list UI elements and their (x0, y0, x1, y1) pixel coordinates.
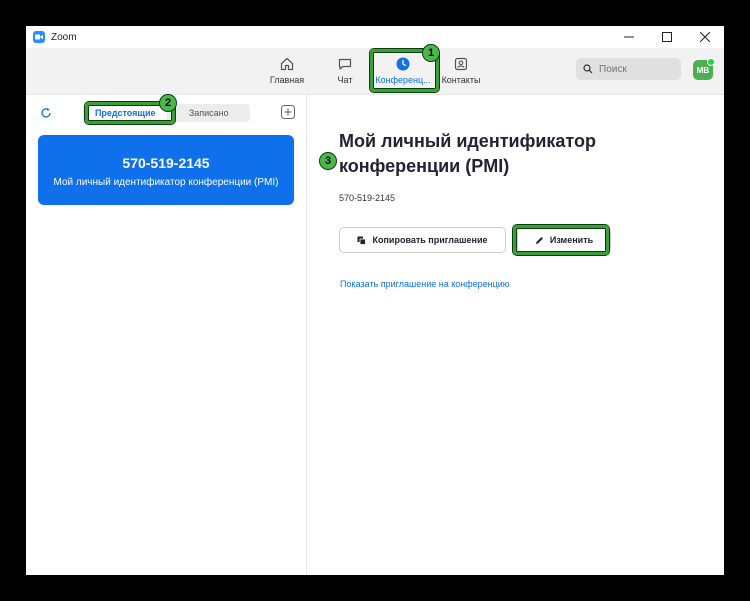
window-title: Zoom (51, 31, 77, 43)
tab-home-label: Главная (269, 75, 305, 85)
avatar-initials: МВ (696, 65, 710, 75)
online-status-indicator (707, 58, 715, 66)
step-badge-1: 1 (422, 44, 440, 62)
tab-chat-label: Чат (337, 75, 353, 85)
meetings-sidebar: Предстоящие Записано 2 570-519-2145 Мой … (26, 94, 307, 575)
add-meeting-icon[interactable] (281, 105, 295, 119)
pmi-meeting-card[interactable]: 570-519-2145 Мой личный идентификатор ко… (38, 135, 294, 205)
copy-invitation-button[interactable]: Копировать приглашение (339, 227, 506, 253)
search-box[interactable] (576, 58, 681, 80)
zoom-logo-icon (33, 31, 45, 43)
avatar[interactable]: МВ (693, 58, 715, 80)
tab-contacts-label: Контакты (441, 75, 481, 85)
search-icon (583, 64, 593, 74)
zoom-window: Zoom Главная Чат Конференц... Контакты 1… (26, 26, 724, 575)
step-badge-3: 3 (319, 152, 337, 170)
tab-home[interactable]: Главная (258, 52, 316, 90)
copy-icon (357, 236, 367, 245)
chat-icon (338, 58, 352, 70)
title-bar: Zoom (26, 26, 724, 48)
tab-chat[interactable]: Чат (316, 52, 374, 90)
meeting-details: Мой личный идентификатор конференции (PM… (307, 95, 724, 575)
tab-recorded[interactable]: Записано (168, 104, 251, 122)
meeting-id: 570-519-2145 (339, 193, 396, 203)
home-icon (280, 57, 294, 71)
highlight-box-3 (513, 225, 609, 255)
page-title: Мой личный идентификатор конференции (PM… (339, 131, 596, 176)
copy-invitation-label: Копировать приглашение (372, 235, 488, 245)
tab-contacts[interactable]: Контакты (432, 52, 490, 90)
show-invitation-link[interactable]: Показать приглашение на конференцию (340, 279, 510, 289)
minimize-button[interactable] (610, 26, 648, 48)
contacts-icon (454, 57, 468, 71)
refresh-icon[interactable] (40, 107, 52, 119)
meeting-card-label: Мой личный идентификатор конференции (PM… (53, 177, 279, 188)
step-badge-2: 2 (159, 94, 177, 112)
top-nav: Главная Чат Конференц... Контакты 1 Поис… (26, 44, 724, 95)
search-input[interactable] (597, 62, 671, 76)
close-button[interactable] (686, 26, 724, 48)
maximize-button[interactable] (648, 26, 686, 48)
meeting-card-number: 570-519-2145 (122, 155, 210, 171)
